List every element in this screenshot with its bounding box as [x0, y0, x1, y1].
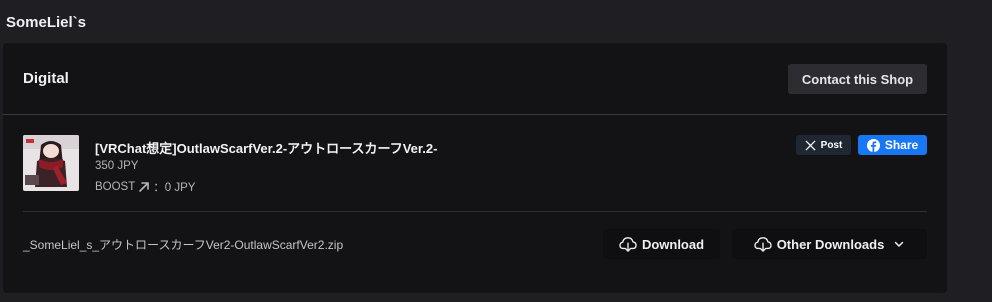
facebook-icon — [866, 138, 880, 152]
card-title: Digital — [23, 70, 69, 87]
boost-value: ：0 JPY — [153, 182, 196, 194]
item-title[interactable]: [VRChat想定]OutlawScarfVer.2-アウトロースカーフVer.… — [95, 138, 437, 157]
download-label: Download — [641, 236, 705, 252]
item-boost: BOOST ：0 JPY — [95, 179, 195, 195]
cloud-download-icon — [619, 237, 637, 252]
shop-name[interactable]: SomeLiel`s — [6, 14, 86, 31]
contact-shop-button[interactable]: Contact this Shop — [788, 64, 927, 94]
product-thumbnail[interactable] — [23, 135, 79, 191]
product-thumbnail-image — [23, 135, 79, 191]
download-button[interactable]: Download — [603, 229, 720, 259]
file-name: _SomeLiel_s_アウトロースカーフVer2-OutlawScarfVer… — [23, 238, 344, 252]
other-downloads-button[interactable]: Other Downloads — [732, 229, 927, 259]
x-logo-icon — [805, 139, 816, 151]
card-header: Digital Contact this Shop — [3, 43, 947, 115]
x-post-label: Post — [820, 139, 843, 151]
divider — [23, 211, 927, 212]
boost-arrow-icon — [139, 182, 150, 192]
chevron-down-icon — [895, 241, 904, 247]
cloud-download-icon — [754, 237, 772, 252]
facebook-share-button[interactable]: Share — [858, 135, 927, 155]
digital-items-card: Digital Contact this Shop [VRChat想定]Outl… — [3, 43, 947, 293]
facebook-share-label: Share — [884, 138, 919, 152]
boost-label: BOOST — [95, 181, 136, 193]
item-price: 350 JPY — [95, 160, 139, 172]
other-downloads-label: Other Downloads — [776, 236, 885, 252]
x-post-button[interactable]: Post — [796, 135, 851, 155]
